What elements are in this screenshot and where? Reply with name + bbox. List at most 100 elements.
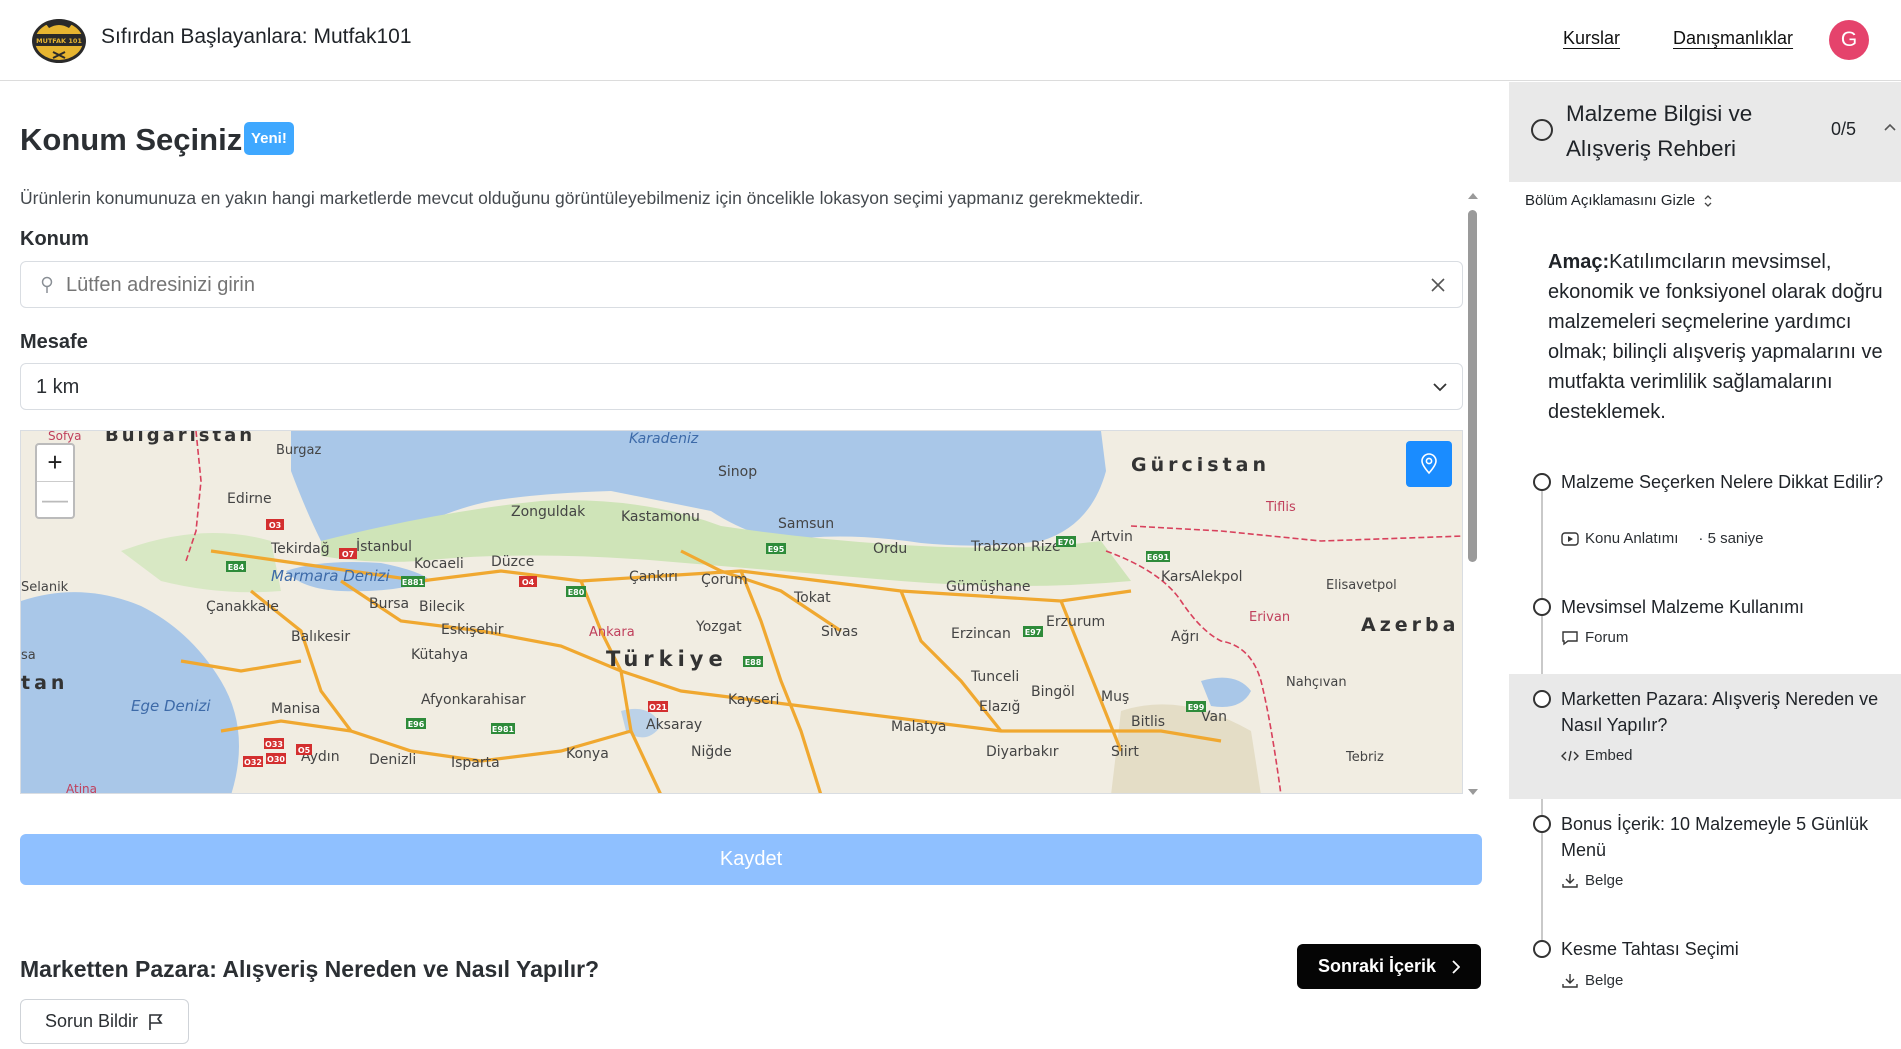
svg-text:O33: O33 [265,740,283,749]
svg-text:Aksaray: Aksaray [646,717,702,733]
svg-text:Tekirdağ: Tekirdağ [270,541,330,557]
svg-text:Erivan: Erivan [1249,610,1290,625]
save-button[interactable]: Kaydet [20,834,1482,885]
lesson-title: Kesme Tahtası Seçimi [1561,939,1739,959]
lesson-title: Marketten Pazara: Alışveriş Nereden ve N… [1561,689,1879,735]
svg-text:Ağrı: Ağrı [1171,629,1199,645]
svg-text:Azerba: Azerba [1361,614,1459,636]
svg-text:Sinop: Sinop [718,464,757,480]
svg-text:Bursa: Bursa [369,596,409,612]
chevron-up-icon[interactable] [1883,122,1897,132]
svg-text:O32: O32 [244,758,262,767]
lesson-status-icon [1533,598,1551,616]
svg-text:Kütahya: Kütahya [411,647,468,663]
svg-text:tan: tan [21,672,68,694]
map-view[interactable]: Bulgaristan Sofya Burgaz Karadeniz Sinop… [20,430,1463,794]
svg-text:Gürcistan: Gürcistan [1131,454,1270,476]
zoom-in-button[interactable]: + [37,445,73,481]
main-scrollbar[interactable] [1466,190,1480,800]
section-goal: Amaç:Katılımcıların mevsimsel, ekonomik … [1548,247,1888,427]
next-content-button[interactable]: Sonraki İçerik [1297,944,1481,989]
video-icon [1561,531,1579,546]
lesson-meta: Embed [1561,747,1633,764]
page-title: Konum Seçiniz [20,122,243,157]
location-target-icon [1421,453,1437,475]
location-input-wrapper[interactable] [20,261,1463,308]
svg-text:Selanik: Selanik [21,580,69,595]
svg-text:E96: E96 [408,720,425,729]
svg-text:Malatya: Malatya [891,719,946,735]
top-header: MUTFAK 101 Sıfırdan Başlayanlara: Mutfak… [0,0,1901,81]
locate-me-button[interactable] [1406,441,1452,487]
svg-text:E881: E881 [402,578,425,587]
section-title: Malzeme Bilgisi ve Alışveriş Rehberi [1566,101,1753,161]
svg-text:E70: E70 [1058,538,1075,547]
distance-selected-value: 1 km [36,376,80,398]
zoom-out-button[interactable]: — [37,481,73,517]
lesson-type: Embed [1585,747,1633,764]
svg-text:Bingöl: Bingöl [1031,684,1075,700]
report-issue-button[interactable]: Sorun Bildir [20,999,189,1044]
svg-text:MUTFAK 101: MUTFAK 101 [36,37,82,45]
svg-text:Siirt: Siirt [1111,744,1139,760]
lesson-type: Forum [1585,629,1629,646]
goal-label: Amaç: [1548,251,1610,273]
lesson-type: Belge [1585,872,1624,889]
toggle-section-description[interactable]: Bölüm Açıklamasını Gizle [1525,192,1713,209]
svg-text:Sofya: Sofya [48,431,81,443]
svg-text:E691: E691 [1147,553,1170,562]
lesson-item[interactable]: Mevsimsel Malzeme Kullanımı Forum [1509,587,1901,682]
section-header[interactable]: Malzeme Bilgisi ve Alışveriş Rehberi 0/5 [1509,82,1901,182]
svg-text:Zonguldak: Zonguldak [511,504,586,520]
lesson-type: Konu Anlatımı [1585,530,1679,547]
close-icon[interactable] [1428,275,1448,295]
svg-text:Sivas: Sivas [821,624,858,640]
svg-text:E80: E80 [568,588,585,597]
svg-text:E95: E95 [768,545,785,554]
svg-text:O4: O4 [522,578,535,587]
svg-text:Muş: Muş [1101,689,1129,705]
lesson-type: Belge [1585,972,1624,989]
svg-text:sa: sa [21,648,36,663]
svg-text:Çorum: Çorum [701,572,748,588]
map-zoom-control: + — [35,443,75,519]
distance-select[interactable]: 1 km [20,363,1463,410]
lesson-item[interactable]: Bonus İçerik: 10 Malzemeyle 5 Günlük Men… [1509,799,1901,919]
mutfak101-logo[interactable]: MUTFAK 101 [29,12,89,66]
svg-text:Denizli: Denizli [369,752,416,768]
forum-icon [1562,630,1578,645]
svg-text:Erzurum: Erzurum [1046,614,1105,630]
svg-text:Ankara: Ankara [589,625,635,640]
svg-text:Ordu: Ordu [873,541,907,557]
code-icon [1561,750,1579,761]
lesson-meta: Konu Anlatımı · 5 saniye [1561,530,1763,547]
section-status-icon [1531,119,1553,141]
section-progress: 0/5 [1831,119,1857,139]
svg-text:E981: E981 [492,725,515,734]
scroll-down-icon[interactable] [1466,786,1480,798]
svg-text:Elazığ: Elazığ [979,699,1020,715]
lesson-title: Malzeme Seçerken Nelere Dikkat Edilir? [1561,472,1884,492]
new-badge: Yeni! [244,122,294,155]
location-input[interactable] [66,274,1366,297]
lesson-meta: Belge [1561,972,1623,989]
course-sidebar: Malzeme Bilgisi ve Alışveriş Rehberi 0/5… [1509,82,1901,1049]
user-avatar[interactable]: G [1829,20,1869,60]
lesson-item[interactable]: Malzeme Seçerken Nelere Dikkat Edilir? K… [1509,462,1901,582]
toggle-description-label: Bölüm Açıklamasını Gizle [1525,192,1696,209]
svg-text:Tiflis: Tiflis [1265,500,1296,515]
nav-consulting-link[interactable]: Danışmanlıklar [1673,28,1793,49]
svg-text:Kayseri: Kayseri [728,692,779,708]
chevron-up-down-icon [1704,194,1712,207]
nav-courses-link[interactable]: Kurslar [1563,28,1620,49]
lesson-status-icon [1533,940,1551,958]
scroll-up-icon[interactable] [1466,190,1480,202]
svg-text:Nahçıvan: Nahçıvan [1286,675,1347,690]
scroll-thumb[interactable] [1468,210,1477,562]
svg-text:Kocaeli: Kocaeli [414,556,464,572]
map-tiles[interactable]: Bulgaristan Sofya Burgaz Karadeniz Sinop… [21,431,1463,794]
lesson-item[interactable]: Kesme Tahtası Seçimi Belge [1509,924,1901,1024]
svg-text:Çankırı: Çankırı [629,569,678,585]
lesson-item-active[interactable]: Marketten Pazara: Alışveriş Nereden ve N… [1509,674,1901,799]
svg-text:Burgaz: Burgaz [276,443,321,458]
